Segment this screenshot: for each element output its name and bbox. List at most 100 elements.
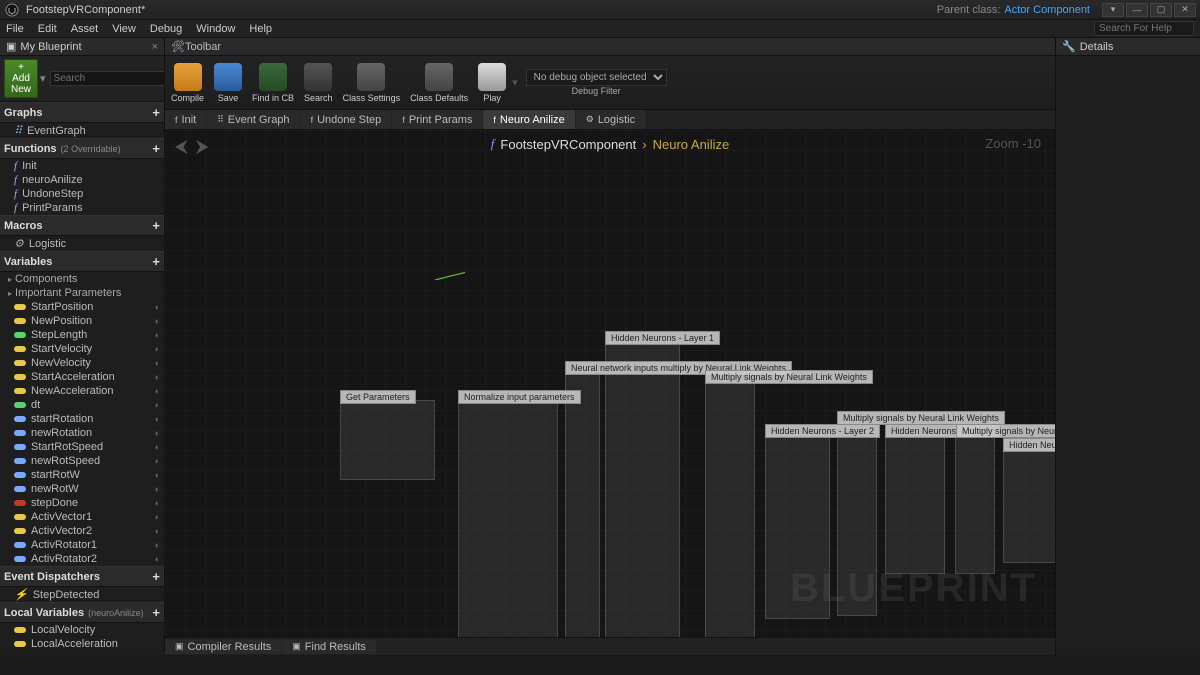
debug-object-select[interactable]: No debug object selected [526, 69, 667, 86]
visibility-icon[interactable]: ◐ [155, 400, 160, 410]
localvar-localacceleration[interactable]: LocalAcceleration [0, 637, 164, 651]
node-cluster[interactable] [565, 371, 600, 637]
variable-newrotw[interactable]: newRotW◐ [0, 482, 164, 496]
variable-steplength[interactable]: StepLength◐ [0, 328, 164, 342]
variable-activrotator1[interactable]: ActivRotator1◐ [0, 538, 164, 552]
node-cluster[interactable] [458, 400, 558, 637]
visibility-icon[interactable]: ◐ [155, 414, 160, 424]
variable-activvector1[interactable]: ActivVector1◐ [0, 510, 164, 524]
section-event-dispatchers[interactable]: Event Dispatchers + [0, 566, 164, 587]
node-cluster[interactable] [955, 434, 995, 574]
add-new-button[interactable]: + Add New [4, 59, 38, 98]
variable-startrotation[interactable]: startRotation◐ [0, 412, 164, 426]
class-settings-button[interactable]: Class Settings [343, 63, 401, 103]
menu-help[interactable]: Help [249, 23, 272, 35]
tab-compiler-results[interactable]: ▣Compiler Results [165, 640, 281, 654]
graph-tab-undone-step[interactable]: fUndone Step [301, 110, 392, 129]
variable-stepdone[interactable]: stepDone◐ [0, 496, 164, 510]
my-blueprint-search-input[interactable] [50, 71, 165, 86]
node-cluster[interactable] [340, 400, 435, 480]
visibility-icon[interactable]: ◐ [155, 442, 160, 452]
help-search-input[interactable] [1094, 21, 1194, 36]
section-variables[interactable]: Variables + [0, 251, 164, 272]
tab-find-results[interactable]: ▣Find Results [282, 640, 376, 654]
visibility-icon[interactable]: ◐ [155, 526, 160, 536]
add-variable-icon[interactable]: + [152, 254, 160, 269]
visibility-icon[interactable]: ◐ [155, 456, 160, 466]
menu-debug[interactable]: Debug [150, 23, 182, 35]
graph-tab-print-params[interactable]: fPrint Params [392, 110, 482, 129]
add-new-dropdown-icon[interactable]: ▾ [40, 72, 46, 85]
menu-file[interactable]: File [6, 23, 24, 35]
section-macros[interactable]: Macros + [0, 215, 164, 236]
add-graph-icon[interactable]: + [152, 105, 160, 120]
compile-button[interactable]: Compile [171, 63, 204, 103]
function-neuroanilize[interactable]: fneuroAnilize [0, 173, 164, 187]
graph-comment[interactable]: Hidden Neurons - Layer 4 [1003, 438, 1055, 452]
variable-newposition[interactable]: NewPosition◐ [0, 314, 164, 328]
menu-view[interactable]: View [112, 23, 136, 35]
vargroup-important[interactable]: Important Parameters [0, 286, 164, 300]
section-local-variables[interactable]: Local Variables (neuroAnilize) + [0, 602, 164, 623]
variable-newvelocity[interactable]: NewVelocity◐ [0, 356, 164, 370]
variable-startvelocity[interactable]: StartVelocity◐ [0, 342, 164, 356]
nav-forward-icon[interactable]: ⮞ [196, 136, 209, 157]
node-cluster[interactable] [1003, 448, 1055, 563]
menu-window[interactable]: Window [196, 23, 235, 35]
graph-comment[interactable]: Get Parameters [340, 390, 416, 404]
variable-activrotator2[interactable]: ActivRotator2◐ [0, 552, 164, 566]
visibility-icon[interactable]: ◐ [155, 470, 160, 480]
node-cluster[interactable] [605, 341, 680, 637]
add-dispatcher-icon[interactable]: + [152, 569, 160, 584]
localvar-localvelocity[interactable]: LocalVelocity [0, 623, 164, 637]
visibility-icon[interactable]: ◐ [155, 428, 160, 438]
variable-startrotspeed[interactable]: StartRotSpeed◐ [0, 440, 164, 454]
close-tab-icon[interactable]: × [152, 41, 158, 53]
variable-newrotspeed[interactable]: newRotSpeed◐ [0, 454, 164, 468]
my-blueprint-tab[interactable]: ▣ My Blueprint × [0, 38, 164, 56]
visibility-icon[interactable]: ◐ [155, 330, 160, 340]
toolbar-tab[interactable]: 🛠 Toolbar [165, 38, 1055, 56]
details-tab[interactable]: 🔧 Details [1056, 38, 1200, 56]
function-undonestep[interactable]: fUndoneStep [0, 187, 164, 201]
breadcrumb-root[interactable]: FootstepVRComponent [500, 137, 636, 152]
graph-comment[interactable]: Hidden Neurons - Layer 1 [605, 331, 720, 345]
variable-startposition[interactable]: StartPosition◐ [0, 300, 164, 314]
macro-logistic[interactable]: ⚙Logistic [0, 236, 164, 251]
close-icon[interactable]: ✕ [1174, 3, 1196, 17]
visibility-icon[interactable]: ◐ [155, 302, 160, 312]
variable-startrotw[interactable]: startRotW◐ [0, 468, 164, 482]
function-printparams[interactable]: fPrintParams [0, 201, 164, 215]
variable-dt[interactable]: dt◐ [0, 398, 164, 412]
save-button[interactable]: Save [214, 63, 242, 103]
function-init[interactable]: fInit [0, 159, 164, 173]
find-in-cb-button[interactable]: Find in CB [252, 63, 294, 103]
visibility-icon[interactable]: ◐ [155, 540, 160, 550]
graph-canvas[interactable]: ⮜ ⮞ f FootstepVRComponent › Neuro Aniliz… [165, 130, 1055, 637]
variable-activvector2[interactable]: ActivVector2◐ [0, 524, 164, 538]
add-local-var-icon[interactable]: + [152, 605, 160, 620]
parent-class-link[interactable]: Actor Component [1004, 4, 1090, 16]
visibility-icon[interactable]: ◐ [155, 372, 160, 382]
graph-tab-neuro-anilize[interactable]: fNeuro Anilize [483, 110, 574, 129]
add-macro-icon[interactable]: + [152, 218, 160, 233]
add-function-icon[interactable]: + [152, 141, 160, 156]
play-button[interactable]: Play [478, 63, 506, 103]
node-cluster[interactable] [705, 380, 755, 637]
window-dropdown-icon[interactable]: ▾ [1102, 3, 1124, 17]
graph-comment[interactable]: Hidden Neurons - Layer 2 [765, 424, 880, 438]
visibility-icon[interactable]: ◐ [155, 344, 160, 354]
visibility-icon[interactable]: ◐ [155, 358, 160, 368]
visibility-icon[interactable]: ◐ [155, 386, 160, 396]
variable-newrotation[interactable]: newRotation◐ [0, 426, 164, 440]
graph-comment[interactable]: Normalize input parameters [458, 390, 581, 404]
section-functions[interactable]: Functions (2 Overridable) + [0, 138, 164, 159]
visibility-icon[interactable]: ◐ [155, 316, 160, 326]
minimize-icon[interactable]: — [1126, 3, 1148, 17]
graph-eventgraph[interactable]: ⠿EventGraph [0, 123, 164, 138]
graph-comment[interactable]: Multiply signals by Neural Link Weights [956, 424, 1055, 438]
visibility-icon[interactable]: ◐ [155, 498, 160, 508]
graph-comment[interactable]: Multiply signals by Neural Link Weights [837, 411, 1005, 425]
variable-newacceleration[interactable]: NewAcceleration◐ [0, 384, 164, 398]
menu-asset[interactable]: Asset [71, 23, 99, 35]
